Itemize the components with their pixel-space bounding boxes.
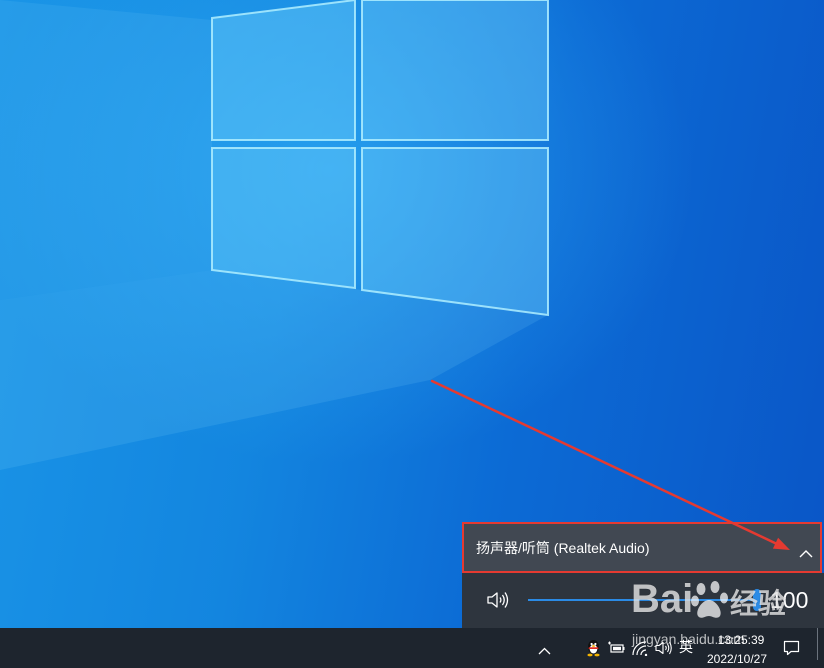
clock[interactable]: 13:25:39 2022/10/27 [698,631,776,666]
clock-date: 2022/10/27 [706,652,768,666]
volume-slider[interactable] [528,589,761,611]
windows-logo [211,0,549,317]
volume-icon[interactable] [655,640,673,661]
taskbar: 英 13:25:39 2022/10/27 [0,628,824,668]
logo-pane-bottom-right [361,147,549,317]
volume-slider-thumb[interactable] [753,589,761,611]
annotation-highlight-box [462,522,822,573]
logo-pane-top-right [361,0,549,141]
input-method-indicator[interactable]: 英 [679,639,693,655]
speaker-icon[interactable] [486,590,512,610]
chevron-up-icon[interactable] [538,642,551,660]
qq-icon[interactable] [585,639,602,662]
volume-slider-fill [528,599,757,601]
logo-pane-bottom-left [211,147,356,290]
clock-time: 13:25:39 [717,633,765,647]
wifi-icon[interactable] [631,640,649,661]
logo-pane-top-left [211,0,356,141]
volume-value: 100 [770,587,809,613]
battery-icon[interactable] [607,641,625,660]
show-desktop-button[interactable] [817,628,818,660]
action-center-icon[interactable] [783,640,800,661]
light-beam-upper [0,0,212,300]
volume-panel: 100 [462,573,824,628]
